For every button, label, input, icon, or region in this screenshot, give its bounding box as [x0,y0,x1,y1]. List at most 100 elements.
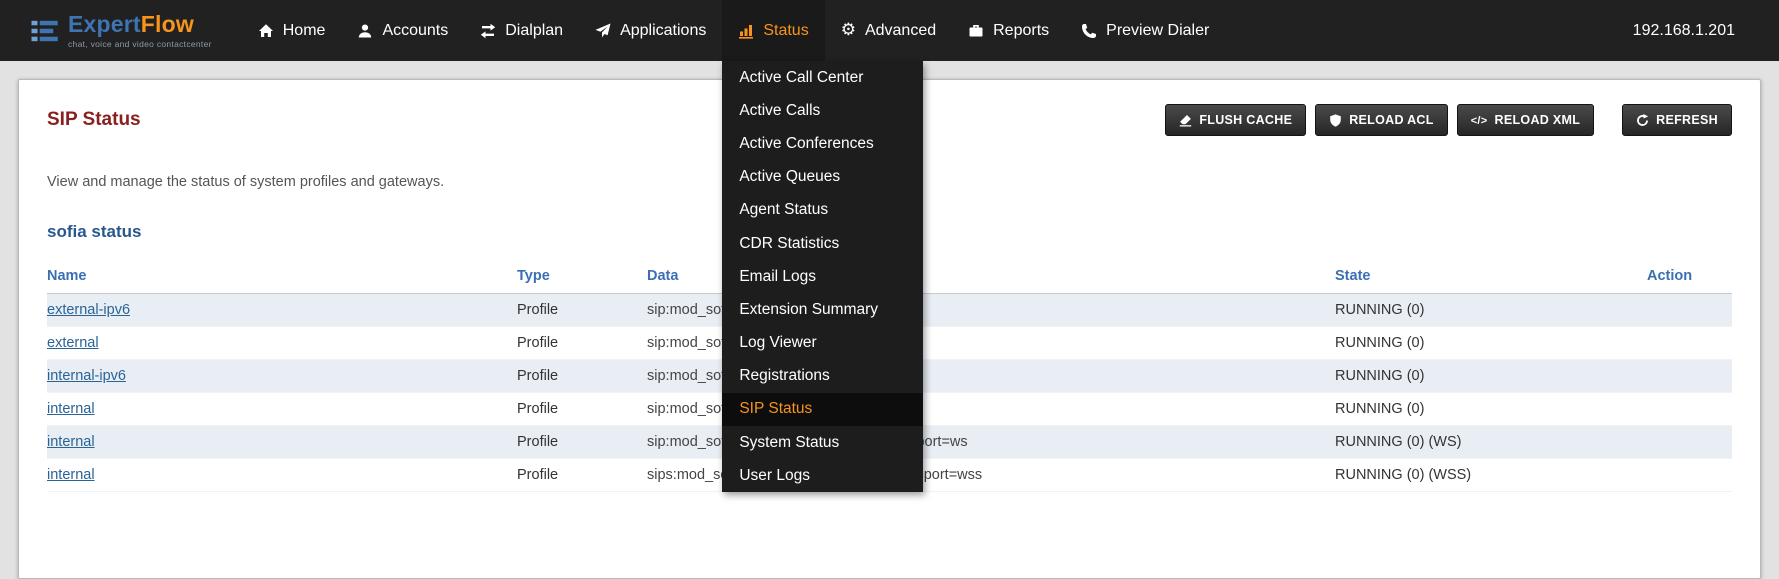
flush-cache-label: FLUSH CACHE [1199,113,1292,127]
profile-name-link[interactable]: internal-ipv6 [47,368,126,384]
status-menu-item-cdr-statistics[interactable]: CDR Statistics [722,227,923,260]
status-menu-item-agent-status[interactable]: Agent Status [722,194,923,227]
status-menu-item-active-conferences[interactable]: Active Conferences [722,127,923,160]
nav-item-label: Reports [993,22,1049,40]
nav-item-label: Home [283,22,326,40]
status-menu-item-label: Active Call Center [739,69,863,87]
profile-action [1647,327,1732,360]
profile-state: RUNNING (0) [1335,360,1647,393]
status-menu-item-label: Registrations [739,367,829,385]
reload-acl-button[interactable]: RELOAD ACL [1315,104,1447,136]
gear-icon: ⚙ [841,21,856,40]
profile-name-link[interactable]: internal [47,434,95,450]
profile-action [1647,393,1732,426]
profile-name-link[interactable]: external-ipv6 [47,302,130,318]
profile-action [1647,294,1732,327]
server-ip: 192.168.1.201 [1633,22,1735,40]
column-header-state: State [1335,258,1647,294]
profile-type: Profile [517,459,647,492]
profile-action [1647,426,1732,459]
status-menu-item-label: Log Viewer [739,334,816,352]
nav-item-dialplan[interactable]: Dialplan [464,0,579,61]
status-menu-item-active-calls[interactable]: Active Calls [722,94,923,127]
nav-item-applications[interactable]: Applications [579,0,722,61]
status-menu-item-registrations[interactable]: Registrations [722,360,923,393]
profile-name-link[interactable]: external [47,335,99,351]
status-menu-item-active-queues[interactable]: Active Queues [722,161,923,194]
status-menu-item-system-status[interactable]: System Status [722,426,923,459]
phone-icon [1081,23,1097,39]
profile-state: RUNNING (0) (WS) [1335,426,1647,459]
profile-type: Profile [517,327,647,360]
column-header-name: Name [47,258,517,294]
nav-item-label: Status [763,22,808,40]
brand-tagline: chat, voice and video contactcenter [68,39,212,49]
profile-state: RUNNING (0) (WSS) [1335,459,1647,492]
user-icon [357,23,373,39]
status-menu-item-label: Email Logs [739,268,816,286]
brand-name: ExpertFlow [68,13,212,36]
refresh-button[interactable]: REFRESH [1622,104,1732,136]
column-header-type: Type [517,258,647,294]
nav-item-home[interactable]: Home [242,0,342,61]
toolbar: FLUSH CACHE RELOAD ACL </> RELOAD XML RE… [1156,104,1732,136]
page-title: SIP Status [47,109,141,131]
send-icon [595,23,611,39]
status-menu-item-log-viewer[interactable]: Log Viewer [722,327,923,360]
nav-item-reports[interactable]: Reports [952,0,1065,61]
flush-cache-button[interactable]: FLUSH CACHE [1165,104,1306,136]
nav-item-label: Accounts [382,22,448,40]
brand-logo[interactable]: ExpertFlow chat, voice and video contact… [30,13,212,49]
profile-name-link[interactable]: internal [47,401,95,417]
eraser-icon [1179,114,1192,127]
status-dropdown-menu: Active Call Center Active Calls Active C… [722,61,923,492]
expertflow-logo-icon [30,16,60,46]
status-menu-item-user-logs[interactable]: User Logs [722,459,923,492]
transfer-icon [480,23,496,39]
nav-item-advanced[interactable]: ⚙ Advanced [825,0,952,61]
status-menu-item-email-logs[interactable]: Email Logs [722,260,923,293]
profile-type: Profile [517,393,647,426]
reload-acl-label: RELOAD ACL [1349,113,1433,127]
status-menu-item-label: CDR Statistics [739,235,839,253]
nav-item-status[interactable]: Status Active Call Center Active Calls A… [722,0,824,61]
status-menu-item-label: Agent Status [739,201,828,219]
status-menu-item-sip-status[interactable]: SIP Status [722,393,923,426]
profile-action [1647,360,1732,393]
nav-item-label: Preview Dialer [1106,22,1209,40]
profile-state: RUNNING (0) [1335,327,1647,360]
brand-name-primary: Expert [68,11,141,37]
nav-item-label: Advanced [865,22,936,40]
profile-state: RUNNING (0) [1335,294,1647,327]
status-menu-item-label: Active Calls [739,102,820,120]
nav-item-label: Dialplan [505,22,563,40]
brand-text: ExpertFlow chat, voice and video contact… [68,13,212,49]
top-navbar: ExpertFlow chat, voice and video contact… [0,0,1779,61]
code-icon: </> [1471,113,1488,127]
status-menu-item-extension-summary[interactable]: Extension Summary [722,293,923,326]
brand-name-secondary: Flow [141,11,194,37]
home-icon [258,23,274,39]
nav-item-accounts[interactable]: Accounts [341,0,464,61]
nav-item-label: Applications [620,22,706,40]
reload-xml-button[interactable]: </> RELOAD XML [1457,104,1594,136]
briefcase-icon [968,23,984,39]
status-menu-item-label: Active Conferences [739,135,873,153]
status-menu-item-label: Extension Summary [739,301,878,319]
reload-xml-label: RELOAD XML [1495,113,1581,127]
profile-type: Profile [517,360,647,393]
profile-type: Profile [517,294,647,327]
refresh-icon [1636,114,1649,127]
column-header-action: Action [1647,258,1732,294]
status-menu-item-label: System Status [739,434,839,452]
nav-item-preview-dialer[interactable]: Preview Dialer [1065,0,1225,61]
refresh-label: REFRESH [1656,113,1718,127]
profile-type: Profile [517,426,647,459]
status-menu-item-label: Active Queues [739,168,840,186]
profile-action [1647,459,1732,492]
chart-icon [738,23,754,39]
status-menu-item-label: SIP Status [739,400,812,418]
status-menu-item-active-call-center[interactable]: Active Call Center [722,61,923,94]
shield-icon [1329,114,1342,127]
profile-name-link[interactable]: internal [47,467,95,483]
